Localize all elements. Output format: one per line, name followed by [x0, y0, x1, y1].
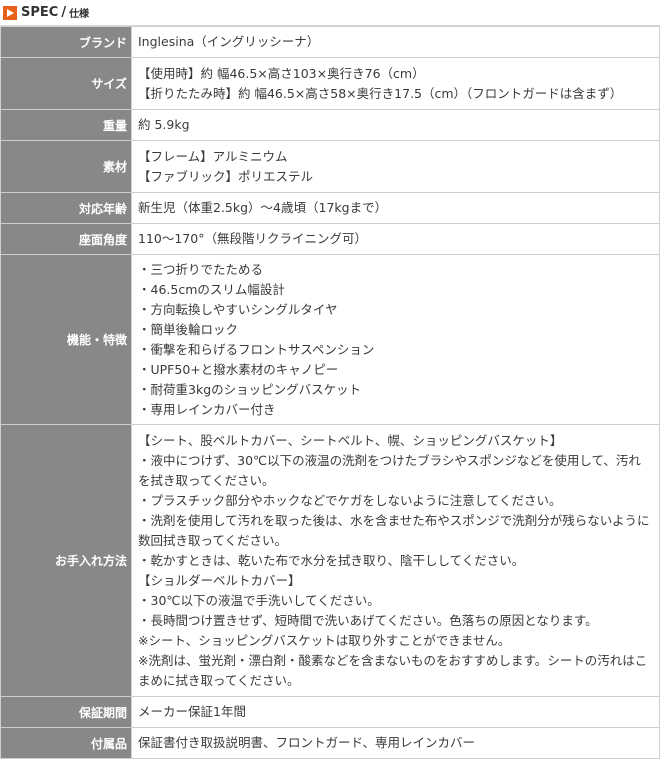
spec-value-warranty: メーカー保証1年間	[131, 696, 660, 728]
section-subtitle: 仕様	[69, 9, 90, 20]
orange-arrow-icon	[3, 5, 17, 20]
spec-label-age: 対応年齢	[0, 192, 132, 224]
spec-row-accessories: 付属品 保証書付き取扱説明書、フロントガード、専用レインカバー	[0, 727, 660, 759]
feature-item: ・簡単後輪ロック	[138, 321, 239, 337]
care-line: ※洗剤は、蛍光剤・漂白剤・酸素などを含まないものをおすすめします。シートの汚れは…	[138, 652, 648, 688]
spec-value-features: ・三つ折りでたためる ・46.5cmのスリム幅設計 ・方向転換しやすいシングルタ…	[131, 254, 660, 425]
care-line: ・乾かすときは、乾いた布で水分を拭き取り、陰干ししてください。	[138, 552, 525, 568]
spec-value-age: 新生児（体重2.5kg）～4歳頃（17kgまで）	[131, 192, 660, 224]
feature-item: ・専用レインカバー付き	[138, 401, 276, 417]
spec-line: 【フレーム】アルミニウム	[138, 148, 288, 164]
spec-row-warranty: 保証期間 メーカー保証1年間	[0, 696, 660, 728]
spec-line: 【ファブリック】ポリエステル	[138, 168, 314, 184]
feature-item: ・方向転換しやすいシングルタイヤ	[138, 301, 338, 317]
spec-label-warranty: 保証期間	[0, 696, 132, 728]
spec-value-brand: Inglesina（イングリッシーナ）	[131, 26, 660, 58]
spec-row-size: サイズ 【使用時】約 幅46.5×高さ103×奥行き76（cm） 【折りたたみ時…	[0, 57, 660, 110]
care-line: ※シート、ショッピングバスケットは取り外すことができません。	[138, 632, 511, 648]
spec-label-features: 機能・特徴	[0, 254, 132, 425]
spec-value-weight: 約 5.9kg	[131, 109, 660, 141]
feature-item: ・三つ折りでたためる	[138, 261, 264, 277]
spec-line: Inglesina（イングリッシーナ）	[138, 34, 320, 49]
spec-label-weight: 重量	[0, 109, 132, 141]
spec-label-brand: ブランド	[0, 26, 132, 58]
spec-label-care: お手入れ方法	[0, 424, 132, 697]
care-line: ・液中につけず、30℃以下の液温の洗剤をつけたブラシやスポンジなどを使用して、汚…	[138, 452, 641, 488]
spec-label-accessories: 付属品	[0, 727, 132, 759]
spec-row-material: 素材 【フレーム】アルミニウム 【ファブリック】ポリエステル	[0, 140, 660, 193]
feature-item: ・衝撃を和らげるフロントサスペンション	[138, 341, 375, 357]
spec-row-age: 対応年齢 新生児（体重2.5kg）～4歳頃（17kgまで）	[0, 192, 660, 224]
spec-row-features: 機能・特徴 ・三つ折りでたためる ・46.5cmのスリム幅設計 ・方向転換しやす…	[0, 254, 660, 425]
spec-value-care: 【シート、股ベルトカバー、シートベルト、幌、ショッピングバスケット】 ・液中につ…	[131, 424, 660, 697]
spec-line: 保証書付き取扱説明書、フロントガード、専用レインカバー	[138, 735, 476, 750]
section-header: SPEC / 仕様	[0, 0, 660, 26]
spec-line: 【使用時】約 幅46.5×高さ103×奥行き76（cm）	[138, 65, 425, 81]
spec-row-brand: ブランド Inglesina（イングリッシーナ）	[0, 26, 660, 58]
spec-table: ブランド Inglesina（イングリッシーナ） サイズ 【使用時】約 幅46.…	[0, 26, 660, 759]
spec-value-seat-angle: 110～170°（無段階リクライニング可）	[131, 223, 660, 255]
feature-item: ・耐荷重3kgのショッピングバスケット	[138, 381, 362, 397]
spec-line: メーカー保証1年間	[138, 704, 246, 719]
spec-value-size: 【使用時】約 幅46.5×高さ103×奥行き76（cm） 【折りたたみ時】約 幅…	[131, 57, 660, 110]
care-line: ・洗剤を使用して汚れを取った後は、水を含ませた布やスポンジで洗剤分が残らないよう…	[138, 512, 650, 548]
spec-line: 110～170°（無段階リクライニング可）	[138, 231, 367, 246]
spec-value-material: 【フレーム】アルミニウム 【ファブリック】ポリエステル	[131, 140, 660, 193]
spec-label-size: サイズ	[0, 57, 132, 110]
section-title: SPEC	[21, 5, 59, 20]
title-separator: /	[61, 5, 67, 20]
care-line: ・30℃以下の液温で手洗いしてください。	[138, 592, 380, 608]
spec-value-accessories: 保証書付き取扱説明書、フロントガード、専用レインカバー	[131, 727, 660, 759]
spec-row-care: お手入れ方法 【シート、股ベルトカバー、シートベルト、幌、ショッピングバスケット…	[0, 424, 660, 697]
feature-item: ・UPF50+と撥水素材のキャノピー	[138, 361, 339, 377]
care-line: ・プラスチック部分やホックなどでケガをしないように注意してください。	[138, 492, 562, 508]
spec-line: 新生児（体重2.5kg）～4歳頃（17kgまで）	[138, 200, 388, 215]
spec-label-seat-angle: 座面角度	[0, 223, 132, 255]
care-line: 【シート、股ベルトカバー、シートベルト、幌、ショッピングバスケット】	[138, 432, 563, 448]
spec-line: 約 5.9kg	[138, 117, 190, 132]
spec-label-material: 素材	[0, 140, 132, 193]
care-line: ・長時間つけ置きせず、短時間で洗いあげてください。色落ちの原因となります。	[138, 612, 598, 628]
spec-row-weight: 重量 約 5.9kg	[0, 109, 660, 141]
spec-line: 【折りたたみ時】約 幅46.5×高さ58×奥行き17.5（cm）（フロントガード…	[138, 85, 623, 101]
spec-row-seat-angle: 座面角度 110～170°（無段階リクライニング可）	[0, 223, 660, 255]
feature-item: ・46.5cmのスリム幅設計	[138, 281, 285, 297]
care-line: 【ショルダーベルトカバー】	[138, 572, 301, 588]
